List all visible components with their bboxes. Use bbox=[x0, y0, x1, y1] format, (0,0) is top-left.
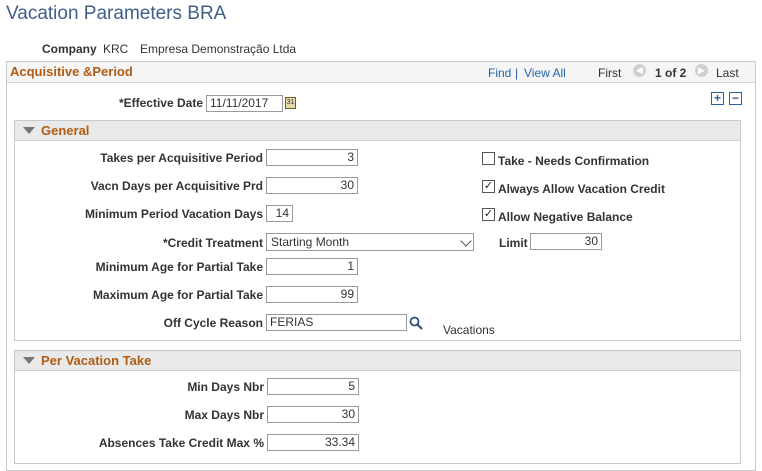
credit-treatment-label: *Credit Treatment bbox=[162, 236, 263, 250]
magnifier-icon[interactable] bbox=[409, 316, 423, 330]
min-age-label: Minimum Age for Partial Take bbox=[95, 260, 263, 274]
last-label: Last bbox=[716, 66, 739, 80]
row-counter: 1 of 2 bbox=[655, 66, 687, 80]
vacn-days-label: Vacn Days per Acquisitive Prd bbox=[90, 179, 263, 193]
min-age-input[interactable]: 1 bbox=[266, 258, 358, 275]
allow-negative-balance-checkbox[interactable]: ✓ bbox=[482, 208, 495, 221]
general-section-title: General bbox=[41, 123, 90, 138]
company-label: Company bbox=[42, 42, 97, 56]
triangle-down-icon[interactable] bbox=[23, 127, 35, 134]
credit-treatment-select[interactable]: Starting Month bbox=[266, 233, 474, 251]
max-age-label: Maximum Age for Partial Take bbox=[92, 288, 263, 302]
per-vacation-take-title: Per Vacation Take bbox=[41, 353, 152, 368]
max-days-input[interactable]: 30 bbox=[267, 406, 359, 423]
always-allow-vacation-credit-label: Always Allow Vacation Credit bbox=[498, 182, 665, 196]
min-period-label: Minimum Period Vacation Days bbox=[84, 207, 263, 221]
min-days-input[interactable]: 5 bbox=[267, 378, 359, 395]
absences-credit-max-input[interactable]: 33.34 bbox=[267, 434, 359, 451]
max-age-input[interactable]: 99 bbox=[266, 286, 358, 303]
page-title: Vacation Parameters BRA bbox=[6, 3, 227, 24]
add-row-button[interactable]: + bbox=[711, 92, 724, 105]
vacn-days-input[interactable]: 30 bbox=[266, 177, 358, 194]
always-allow-vacation-credit-checkbox[interactable]: ✓ bbox=[482, 180, 495, 193]
off-cycle-reason-input[interactable]: FERIAS bbox=[266, 314, 407, 331]
limit-label: Limit bbox=[499, 236, 528, 250]
delete-row-button[interactable]: − bbox=[729, 92, 742, 105]
off-cycle-reason-label: Off Cycle Reason bbox=[163, 316, 263, 330]
take-needs-confirmation-checkbox[interactable]: ✓ bbox=[482, 152, 495, 165]
first-label: First bbox=[598, 66, 622, 80]
takes-per-period-label: Takes per Acquisitive Period bbox=[100, 151, 263, 165]
chevron-right-icon[interactable]: ▶ bbox=[695, 64, 708, 77]
check-mark-icon: ✓ bbox=[483, 180, 494, 192]
company-code: KRC bbox=[103, 42, 129, 56]
effective-date-input[interactable]: 11/11/2017 bbox=[206, 95, 283, 112]
calendar-icon[interactable]: 31 bbox=[285, 97, 296, 109]
max-days-label: Max Days Nbr bbox=[184, 408, 264, 422]
chevron-left-icon[interactable]: ◀ bbox=[633, 64, 646, 77]
allow-negative-balance-label: Allow Negative Balance bbox=[498, 210, 633, 224]
off-cycle-description: Vacations bbox=[443, 323, 495, 337]
nav-separator: | bbox=[515, 66, 519, 80]
company-name: Empresa Demonstração Ltda bbox=[140, 42, 297, 56]
effective-date-label: *Effective Date bbox=[118, 96, 203, 110]
find-link[interactable]: Find bbox=[488, 66, 511, 80]
credit-treatment-value: Starting Month bbox=[271, 235, 350, 249]
take-needs-confirmation-label: Take - Needs Confirmation bbox=[498, 154, 650, 168]
min-period-input[interactable]: 14 bbox=[266, 205, 293, 222]
acquisitive-period-title: Acquisitive &Period bbox=[10, 64, 133, 79]
triangle-down-icon[interactable] bbox=[23, 357, 35, 364]
view-all-link[interactable]: View All bbox=[524, 66, 566, 80]
absences-credit-max-label: Absences Take Credit Max % bbox=[98, 436, 264, 450]
min-days-label: Min Days Nbr bbox=[187, 380, 264, 394]
chevron-down-icon bbox=[460, 235, 472, 247]
check-mark-icon: ✓ bbox=[483, 208, 494, 220]
takes-per-period-input[interactable]: 3 bbox=[266, 149, 358, 166]
general-section-header[interactable] bbox=[15, 121, 740, 141]
limit-input[interactable]: 30 bbox=[530, 233, 602, 250]
